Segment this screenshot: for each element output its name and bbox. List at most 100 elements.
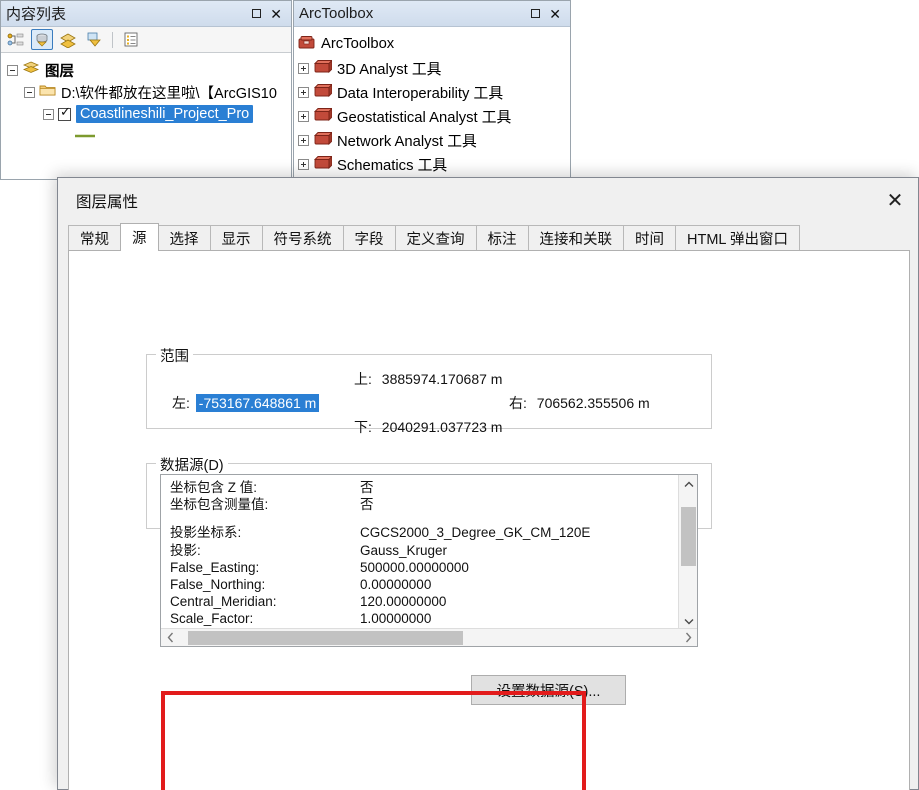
collapse-icon[interactable] xyxy=(43,108,54,120)
data-source-value: 1.00000000 xyxy=(360,611,432,627)
expand-icon[interactable] xyxy=(298,110,309,122)
toc-root-row[interactable]: 图层 xyxy=(5,59,291,81)
data-source-row: False_Easting: 500000.00000000 xyxy=(170,559,660,576)
line-symbol-icon xyxy=(75,134,95,138)
toc-title-label: 内容列表 xyxy=(6,6,67,23)
toolbox-root-icon xyxy=(298,35,316,54)
list-by-visibility-icon[interactable] xyxy=(57,29,79,50)
scrollbar-thumb-vertical[interactable] xyxy=(681,507,696,566)
extent-right-label: 右: xyxy=(509,395,527,411)
data-source-row: False_Northing: 0.00000000 xyxy=(170,576,660,593)
toolbox-icon xyxy=(313,82,334,102)
tab-4[interactable]: 显示 xyxy=(209,225,263,251)
data-source-key: 投影坐标系: xyxy=(170,525,242,541)
chevron-left-icon[interactable] xyxy=(161,629,179,647)
data-source-key: False_Northing: xyxy=(170,576,266,592)
data-source-value: 0.00000000 xyxy=(360,576,432,592)
close-icon[interactable]: ✕ xyxy=(270,7,282,21)
toolbox-item-3[interactable]: Geostatistical Analyst 工具 xyxy=(298,104,570,128)
data-source-key: Scale_Factor: xyxy=(170,611,254,627)
toolbox-item-label: Data Interoperability 工具 xyxy=(337,85,504,102)
toc-layer-label[interactable]: Coastlineshili_Project_Pro xyxy=(76,105,254,123)
extent-left-value[interactable]: -753167.648861 m xyxy=(195,394,320,412)
data-source-key: 投影: xyxy=(170,542,201,558)
toolbox-title-label: ArcToolbox xyxy=(299,5,374,22)
toolbox-icon xyxy=(313,106,334,126)
close-icon[interactable]: ✕ xyxy=(872,178,918,223)
tab-8[interactable]: 标注 xyxy=(475,225,529,251)
tab-7[interactable]: 定义查询 xyxy=(394,225,477,251)
list-by-drawing-order-icon[interactable] xyxy=(5,29,27,50)
layer-properties-dialog: 图层属性 ✕ 常规源选择 显示 符号系统 字段 定义查询 标注 连接和关联 时间 HTML 弹出… xyxy=(57,177,919,790)
toolbox-tree: ArcToolbox 3D Analyst 工具 Data Interoperab… xyxy=(294,27,570,200)
tab-1[interactable]: 常规 xyxy=(68,225,121,251)
chevron-right-icon[interactable] xyxy=(679,629,697,647)
toolbox-item-2[interactable]: Data Interoperability 工具 xyxy=(298,80,570,104)
data-source-key: 坐标包含测量值: xyxy=(170,497,269,513)
toolbox-item-4[interactable]: Network Analyst 工具 xyxy=(298,128,570,152)
toc-root-label: 图层 xyxy=(45,63,74,80)
tab-10[interactable]: 时间 xyxy=(623,225,676,251)
expand-icon[interactable] xyxy=(298,62,309,74)
data-source-textbox[interactable]: 坐标包含 Z 值: 否坐标包含测量值: 否投影坐标系: CGCS2000_3_Degr… xyxy=(160,474,698,647)
scrollbar-thumb-horizontal[interactable] xyxy=(188,630,463,645)
tab-9[interactable]: 连接和关联 xyxy=(527,225,624,251)
tab-2[interactable]: 源 xyxy=(120,223,159,251)
expand-icon[interactable] xyxy=(298,134,309,146)
dialog-footer: 确定 取消 应用(A) xyxy=(58,732,918,789)
restore-icon[interactable] xyxy=(252,9,262,18)
data-source-value: 500000.00000000 xyxy=(360,559,469,575)
horizontal-scrollbar[interactable] xyxy=(161,628,697,646)
close-icon[interactable]: ✕ xyxy=(549,7,561,21)
tab-5[interactable]: 符号系统 xyxy=(261,225,344,251)
extent-group: 范围 上: 3885974.170687 m 左: -753167.648861… xyxy=(146,345,712,435)
options-icon[interactable] xyxy=(120,29,142,50)
collapse-icon[interactable] xyxy=(24,86,35,98)
toolbox-icon xyxy=(313,58,334,78)
dialog-title-bar: 图层属性 ✕ xyxy=(58,178,918,223)
app-window: 内容列表 ✕ 图层 D:\软件都放在这里啦\【ArcGIS10 ✓ Coastl… xyxy=(0,0,919,790)
tab-11[interactable]: HTML 弹出窗口 xyxy=(675,225,800,251)
toolbox-root-row[interactable]: ArcToolbox xyxy=(298,32,570,56)
collapse-icon[interactable] xyxy=(7,64,18,76)
data-source-content: 坐标包含 Z 值: 否坐标包含测量值: 否投影坐标系: CGCS2000_3_Degr… xyxy=(170,479,660,629)
toc-folder-row[interactable]: D:\软件都放在这里啦\【ArcGIS10 xyxy=(5,81,291,103)
toolbox-title-bar: ArcToolbox ✕ xyxy=(294,1,570,27)
extent-right-value: 706562.355506 m xyxy=(536,395,650,411)
toolbox-icon xyxy=(313,130,334,150)
data-source-key: 坐标包含 Z 值: xyxy=(170,480,257,495)
extent-group-label: 范围 xyxy=(156,345,193,366)
data-source-value: 否 xyxy=(360,480,374,495)
toolbox-item-1[interactable]: 3D Analyst 工具 xyxy=(298,56,570,80)
tab-3[interactable]: 选择 xyxy=(157,225,211,251)
data-source-value: 120.00000000 xyxy=(360,594,447,610)
tab-6[interactable]: 字段 xyxy=(342,225,396,251)
layer-visibility-checkbox[interactable] xyxy=(58,105,71,121)
expand-icon[interactable] xyxy=(298,158,309,170)
scrollbar-track-horizontal[interactable] xyxy=(179,629,679,647)
data-source-row: 坐标包含 Z 值: 否 xyxy=(170,479,660,496)
toc-symbol-row xyxy=(5,125,291,147)
list-by-source-icon[interactable] xyxy=(31,29,53,50)
set-data-source-button[interactable]: 设置数据源(S)... xyxy=(471,675,626,705)
list-by-selection-icon[interactable] xyxy=(83,29,105,50)
arctoolbox-panel: ArcToolbox ✕ ArcToolbox 3D Analyst 工具 Dat… xyxy=(293,0,571,198)
dialog-title-label: 图层属性 xyxy=(76,193,139,211)
vertical-scrollbar[interactable] xyxy=(678,475,697,630)
expand-icon[interactable] xyxy=(298,86,309,98)
toc-layer-row[interactable]: Coastlineshili_Project_Pro xyxy=(5,103,291,125)
toc-folder-label: D:\软件都放在这里啦\【ArcGIS10 xyxy=(61,85,277,102)
extent-bottom: 下: 2040291.037723 m xyxy=(354,417,502,437)
toolbox-item-5[interactable]: Schematics 工具 xyxy=(298,152,570,176)
table-of-contents-panel: 内容列表 ✕ 图层 D:\软件都放在这里啦\【ArcGIS10 ✓ Coastl… xyxy=(0,0,292,180)
toc-tree: 图层 D:\软件都放在这里啦\【ArcGIS10 Coastlineshili_… xyxy=(1,53,291,147)
data-source-row: 投影: Gauss_Kruger xyxy=(170,542,660,559)
chevron-up-icon[interactable] xyxy=(679,475,698,493)
data-source-value: CGCS2000_3_Degree_GK_CM_120E xyxy=(360,525,591,541)
extent-left-label: 左: xyxy=(172,395,190,411)
folder-icon xyxy=(39,83,56,101)
extent-top: 上: 3885974.170687 m xyxy=(354,369,502,389)
extent-top-value: 3885974.170687 m xyxy=(381,371,503,387)
data-source-value: 否 xyxy=(360,497,374,513)
restore-icon[interactable] xyxy=(531,9,541,18)
